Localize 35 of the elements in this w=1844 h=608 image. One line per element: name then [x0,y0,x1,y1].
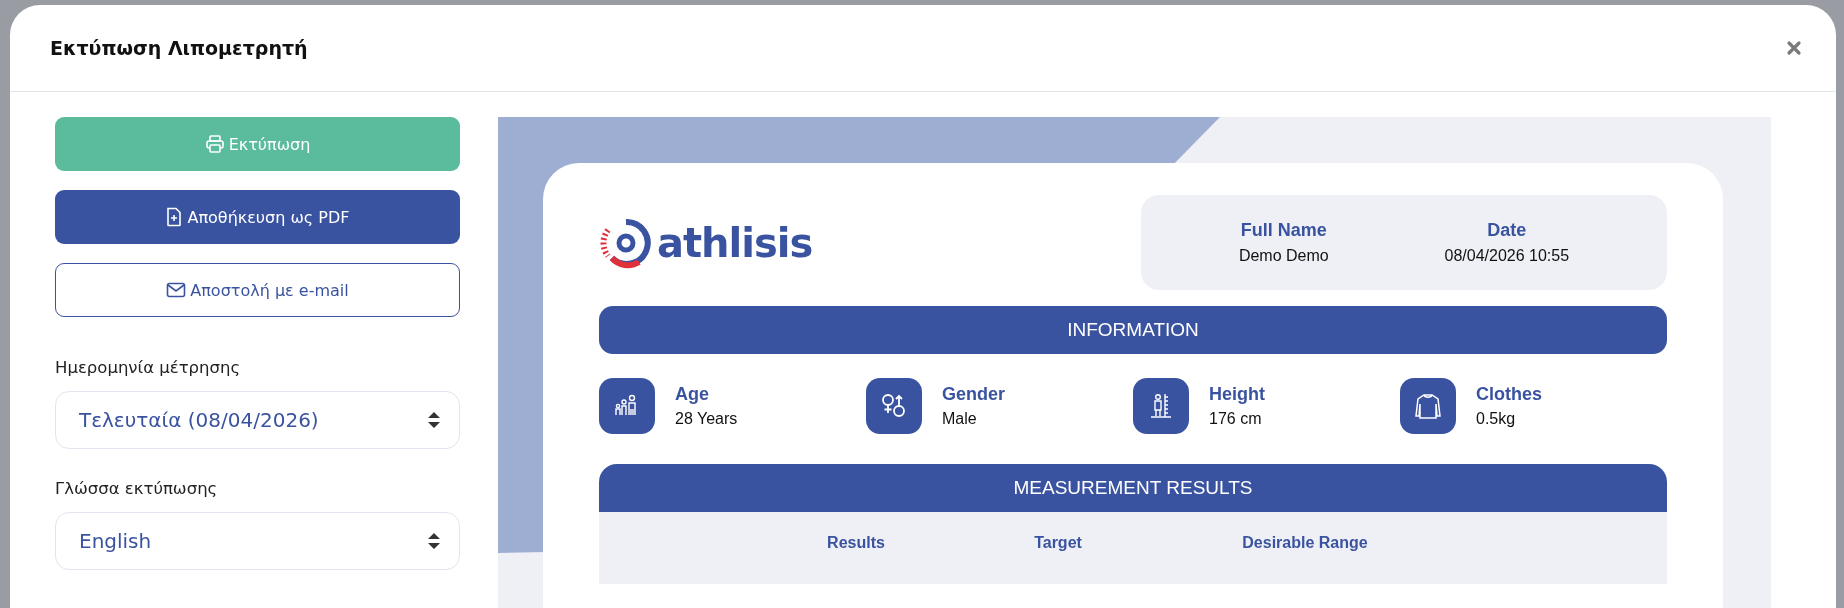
printer-icon [204,134,225,154]
column-header: Results [826,534,886,552]
up-down-caret-icon [427,532,441,550]
field-label: Date [1487,220,1527,241]
column-header: Desirable Range [1241,534,1369,552]
column-header: Target [1033,534,1083,552]
height-icon [1133,378,1189,434]
envelope-icon [166,282,187,298]
field-label: Full Name [1240,220,1327,241]
gender-icon [866,378,922,434]
info-label: Height [1209,384,1265,405]
info-value: Male [942,410,978,428]
section-header: MEASUREMENT RESULTS [599,464,1667,512]
section-header: INFORMATION [599,306,1667,354]
logo-text: athlisis [657,219,813,266]
info-value: 28 Years [675,410,738,428]
info-label: Gender [942,384,1006,405]
info-label: Age [675,384,710,405]
sweater-icon [1400,378,1456,434]
field-value: Demo Demo [1238,247,1329,265]
field-label: Ημερομηνία μέτρησης [55,358,242,377]
dialog-title: Εκτύπωση Λιπομετρητή [50,37,308,59]
up-down-caret-icon [427,411,441,429]
field-value: 08/04/2026 10:55 [1444,247,1570,265]
close-icon [1786,40,1802,56]
date-select[interactable]: Τελευταία (08/04/2026) [55,391,460,449]
info-value: 176 cm [1209,410,1263,428]
field-label: Γλώσσα εκτύπωσης [55,479,219,498]
info-value: 0.5kg [1476,410,1517,428]
file-plus-icon [165,207,184,227]
family-icon [599,378,655,434]
save-pdf-button[interactable]: Αποθήκευση ως PDF [55,190,460,244]
language-select[interactable]: English [55,512,460,570]
email-button[interactable]: Αποστολή με e-mail [55,263,460,317]
info-label: Clothes [1476,384,1542,405]
